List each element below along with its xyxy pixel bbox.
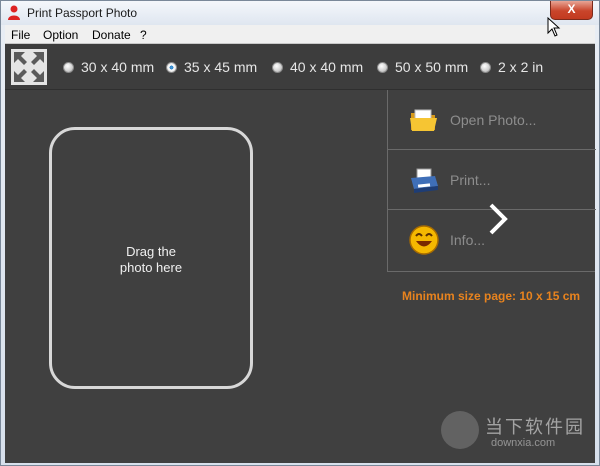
watermark-title: 当下软件园 [485, 417, 585, 437]
minimum-size-note: Minimum size page: 10 x 15 cm [402, 289, 581, 303]
main-area: 30 x 40 mm 35 x 45 mm 40 x 40 mm 50 x 50… [5, 44, 596, 463]
size-label: 30 x 40 mm [81, 59, 155, 75]
menu-donate[interactable]: Donate [92, 28, 131, 42]
drop-hint-line1: Drag the [126, 244, 176, 259]
menu-option[interactable]: Option [43, 28, 78, 42]
size-label: 35 x 45 mm [184, 59, 258, 75]
open-photo-button[interactable]: Open Photo... [388, 90, 596, 150]
chevron-right-icon[interactable] [485, 202, 511, 236]
radio-button-icon [480, 62, 491, 73]
window-title: Print Passport Photo [27, 6, 138, 20]
size-label: 2 x 2 in [498, 59, 544, 75]
smiley-icon [409, 225, 439, 255]
print-label: Print... [450, 172, 491, 188]
printer-icon [411, 168, 438, 193]
action-panel: Open Photo... Print... Info... [387, 90, 596, 272]
print-button[interactable]: Print... [388, 150, 596, 210]
radio-button-icon [377, 62, 388, 73]
size-label: 50 x 50 mm [395, 59, 469, 75]
title-bar[interactable]: Print Passport Photo X [1, 1, 599, 25]
app-person-icon [8, 5, 20, 20]
app-window: Print Passport Photo X File Option Donat… [0, 0, 600, 466]
radio-button-icon [272, 62, 283, 73]
drop-hint: Drag the photo here [52, 244, 250, 276]
info-label: Info... [450, 232, 486, 248]
photo-drop-zone[interactable]: Drag the photo here [49, 127, 253, 389]
menu-bar: File Option Donate ? [5, 25, 595, 44]
drop-hint-line2: photo here [119, 260, 183, 275]
watermark-subtitle: downxia.com [491, 437, 556, 449]
radio-button-icon [63, 62, 74, 73]
folder-icon [410, 109, 437, 131]
radio-button-selected-icon [166, 62, 177, 73]
open-photo-label: Open Photo... [450, 112, 537, 128]
menu-help[interactable]: ? [140, 28, 147, 42]
move-arrows-icon[interactable] [11, 49, 47, 85]
download-icon [441, 411, 479, 449]
menu-file[interactable]: File [11, 28, 30, 42]
mouse-cursor-icon [547, 17, 561, 37]
size-label: 40 x 40 mm [290, 59, 364, 75]
watermark: 当下软件园 downxia.com [441, 409, 591, 459]
size-toolbar: 30 x 40 mm 35 x 45 mm 40 x 40 mm 50 x 50… [5, 44, 595, 90]
